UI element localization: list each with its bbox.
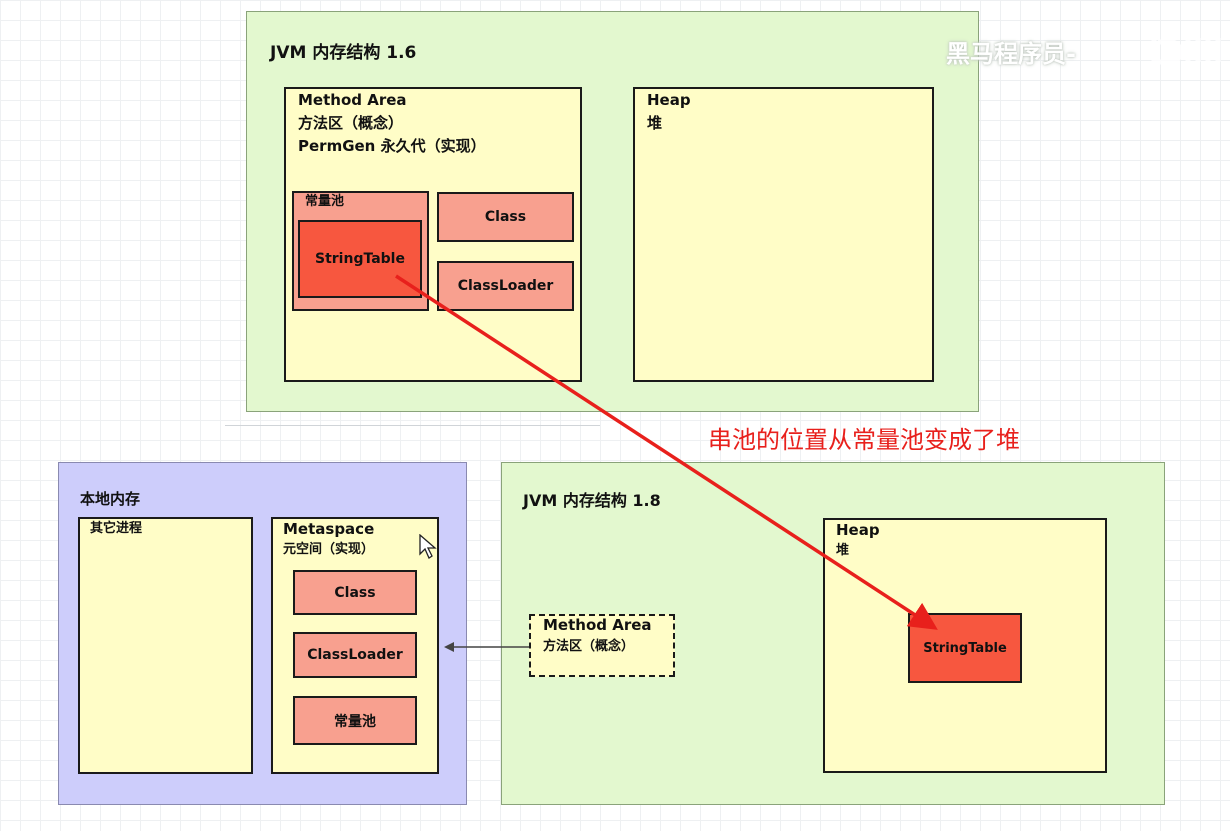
annotation-text: 串池的位置从常量池变成了堆 <box>708 426 1020 454</box>
arrows-overlay <box>395 274 938 652</box>
watermark-text: 黑马程序员- <box>946 40 1076 68</box>
watermark-logo-icon <box>1148 24 1226 68</box>
mouse-cursor-icon <box>419 534 437 559</box>
